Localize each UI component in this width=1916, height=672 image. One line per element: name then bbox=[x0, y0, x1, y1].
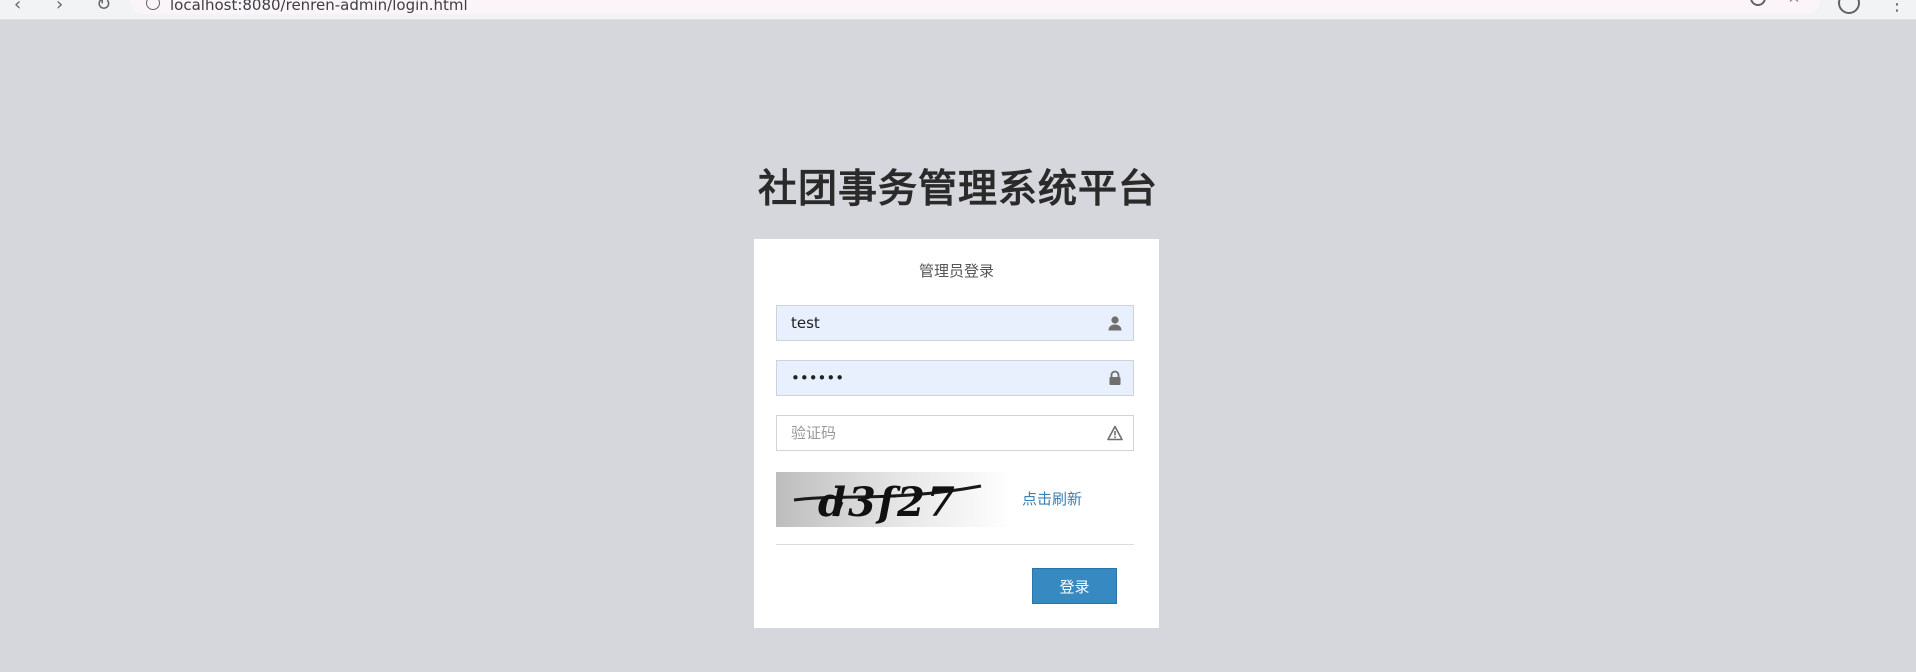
back-arrow-icon[interactable]: ‹ bbox=[14, 0, 21, 15]
site-info-icon[interactable] bbox=[146, 0, 160, 10]
refresh-captcha-link[interactable]: 点击刷新 bbox=[1022, 488, 1082, 509]
username-field[interactable] bbox=[776, 305, 1134, 341]
divider bbox=[776, 544, 1134, 545]
warning-icon bbox=[1107, 425, 1123, 441]
password-field[interactable] bbox=[776, 360, 1134, 396]
login-button[interactable]: 登录 bbox=[1032, 568, 1117, 604]
user-icon bbox=[1108, 316, 1122, 331]
address-bar[interactable]: localhost:8080/renren-admin/login.html ☆ bbox=[130, 0, 1820, 14]
lock-icon bbox=[1109, 370, 1121, 385]
browser-toolbar: ‹ › ↻ localhost:8080/renren-admin/login.… bbox=[0, 0, 1916, 20]
captcha-text: d3f27 bbox=[818, 479, 957, 526]
captcha-input[interactable] bbox=[777, 416, 1111, 450]
bookmark-star-icon[interactable]: ☆ bbox=[1786, 0, 1802, 7]
browser-menu-icon[interactable]: ⋮ bbox=[1888, 0, 1906, 15]
login-panel-heading: 管理员登录 bbox=[918, 262, 994, 280]
forward-arrow-icon[interactable]: › bbox=[56, 0, 63, 15]
captcha-drawing: d3f27 bbox=[793, 479, 982, 526]
profile-icon[interactable] bbox=[1838, 0, 1860, 14]
page-title: 社团事务管理系统平台 bbox=[757, 167, 1158, 212]
captcha-image[interactable]: d3f27 bbox=[776, 472, 1012, 527]
password-input[interactable] bbox=[777, 361, 1111, 395]
username-input[interactable] bbox=[777, 306, 1111, 340]
zoom-icon[interactable] bbox=[1750, 0, 1766, 6]
url-text: localhost:8080/renren-admin/login.html bbox=[170, 0, 468, 14]
login-panel: 管理员登录 d3f27 点击刷新 登录 bbox=[754, 239, 1159, 628]
captcha-field[interactable] bbox=[776, 415, 1134, 451]
reload-icon[interactable]: ↻ bbox=[96, 0, 111, 15]
